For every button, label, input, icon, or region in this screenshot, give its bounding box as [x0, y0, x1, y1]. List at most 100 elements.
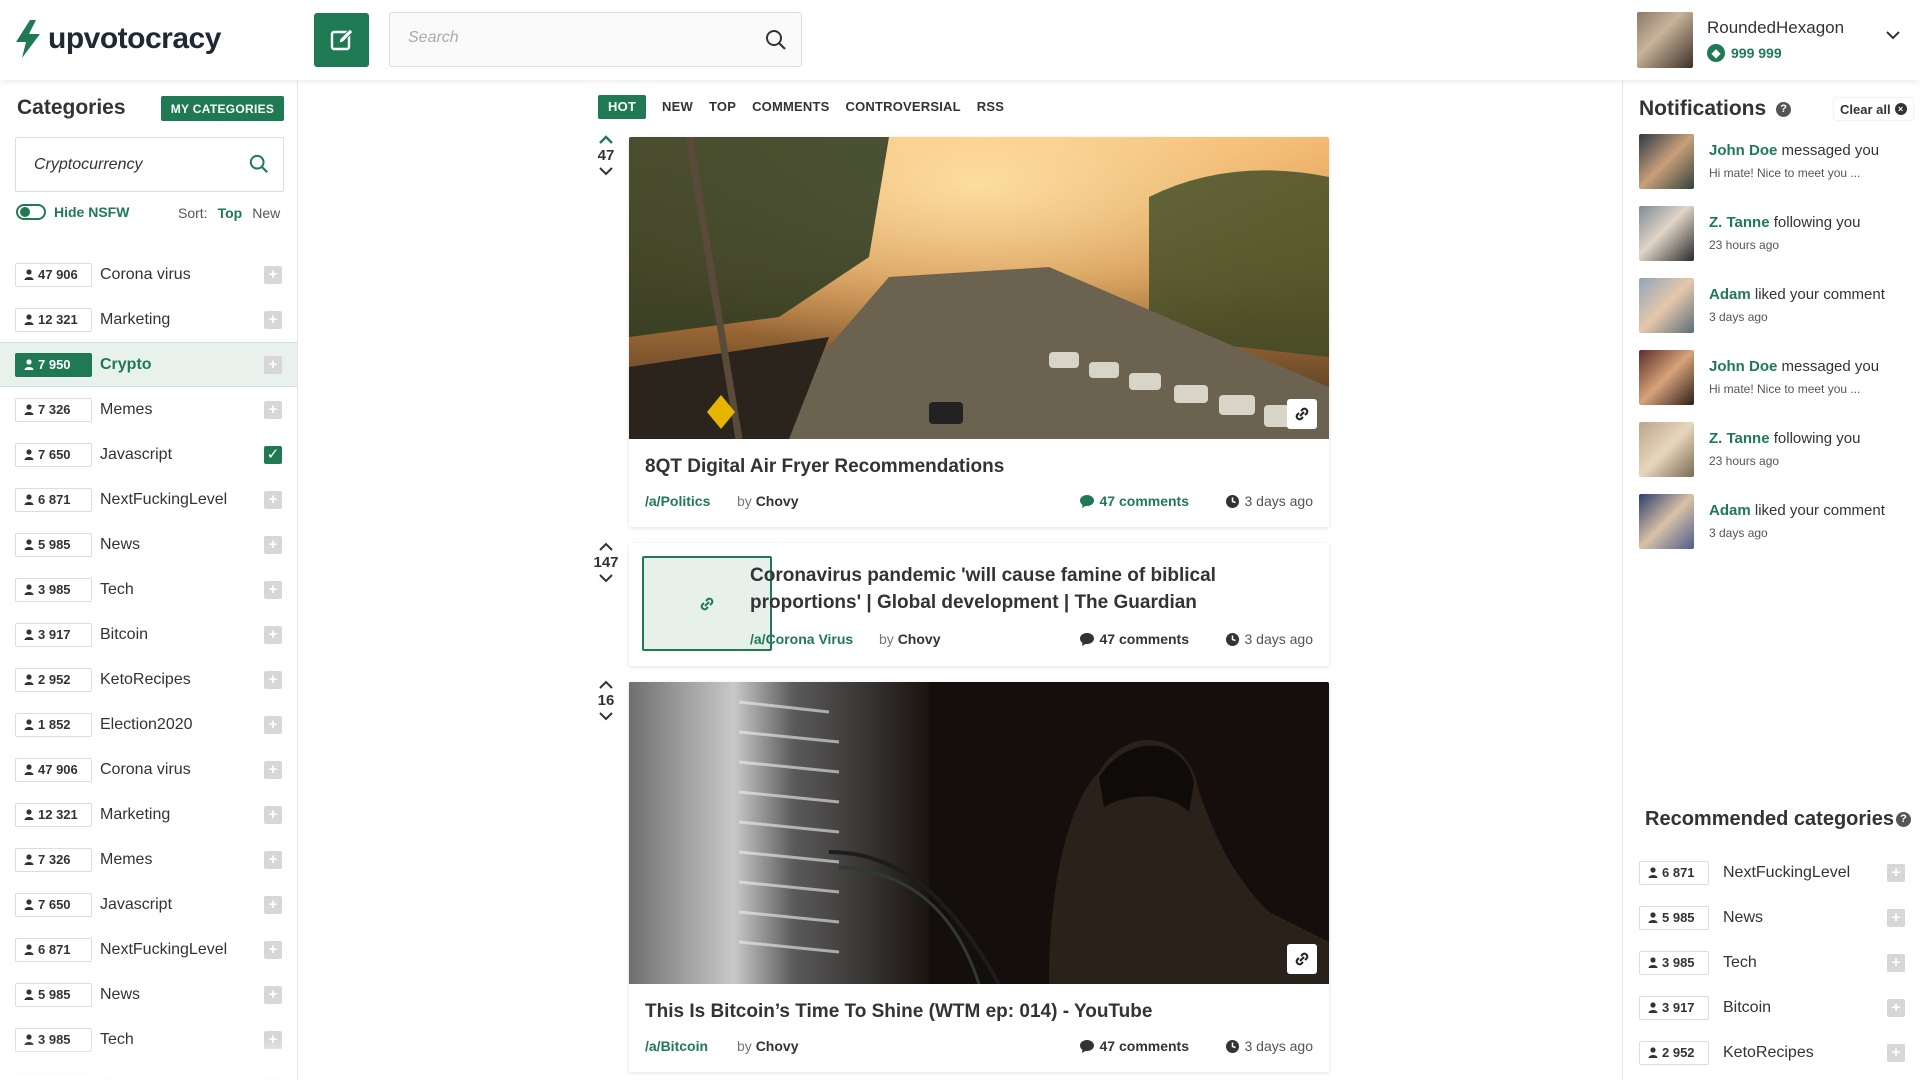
upvote-button[interactable]: [586, 135, 626, 145]
post-card[interactable]: This Is Bitcoin’s Time To Shine (WTM ep:…: [629, 682, 1329, 1072]
add-category-button[interactable]: +: [264, 490, 282, 509]
downvote-button[interactable]: [586, 711, 626, 721]
category-name[interactable]: Bitcoin: [1723, 999, 1771, 1017]
add-category-button[interactable]: +: [264, 805, 282, 824]
chevron-up-icon[interactable]: [598, 680, 614, 690]
category-row[interactable]: 7 326 Memes +: [0, 837, 297, 882]
category-name[interactable]: Crypto: [100, 356, 152, 374]
post-title[interactable]: This Is Bitcoin’s Time To Shine (WTM ep:…: [645, 1001, 1152, 1023]
notification-item[interactable]: Adam liked your comment 3 days ago: [1639, 494, 1909, 550]
category-name[interactable]: KetoRecipes: [1723, 1044, 1814, 1062]
notification-user[interactable]: John Doe: [1709, 142, 1777, 159]
sort-top[interactable]: Top: [218, 205, 243, 221]
logo[interactable]: upvotocracy: [14, 20, 221, 58]
add-category-button[interactable]: +: [264, 715, 282, 734]
help-icon[interactable]: ?: [1895, 812, 1911, 827]
avatar[interactable]: [1639, 350, 1694, 405]
category-name[interactable]: Election2020: [100, 716, 193, 734]
category-search-input[interactable]: Cryptocurrency: [34, 156, 142, 174]
author-name[interactable]: Chovy: [756, 1038, 799, 1054]
author-name[interactable]: Chovy: [898, 631, 941, 647]
external-link-button[interactable]: [1287, 944, 1317, 974]
post-category-link[interactable]: /a/Politics: [645, 493, 710, 509]
category-name[interactable]: KetoRecipes: [100, 671, 191, 689]
category-name[interactable]: Marketing: [100, 806, 170, 824]
category-row[interactable]: 7 950 Crypto +: [0, 342, 297, 387]
tab-hot[interactable]: HOT: [598, 95, 647, 119]
avatar[interactable]: [1639, 422, 1694, 477]
search-icon[interactable]: [249, 154, 269, 174]
category-row[interactable]: 3 917 Bitcoin +: [0, 612, 297, 657]
subscribed-check-button[interactable]: ✓: [264, 445, 282, 464]
category-row[interactable]: 12 321 Marketing +: [0, 792, 297, 837]
category-row[interactable]: 6 871 NextFuckingLevel +: [0, 927, 297, 972]
add-category-button[interactable]: +: [1887, 1043, 1905, 1062]
category-name[interactable]: Tech: [100, 581, 134, 599]
search-input[interactable]: [408, 29, 738, 47]
avatar[interactable]: [1637, 12, 1693, 68]
tab-controversial[interactable]: CONTROVERSIAL: [838, 95, 969, 119]
add-category-button[interactable]: +: [264, 265, 282, 284]
notification-item[interactable]: John Doe messaged you Hi mate! Nice to me…: [1639, 350, 1909, 406]
notification-user[interactable]: Adam: [1709, 286, 1751, 303]
chevron-down-icon[interactable]: [598, 711, 614, 721]
add-category-button[interactable]: +: [1887, 998, 1905, 1017]
tab-new[interactable]: NEW: [654, 95, 701, 119]
notification-user[interactable]: Adam: [1709, 502, 1751, 519]
post-title[interactable]: Coronavirus pandemic 'will cause famine …: [750, 562, 1216, 616]
category-name[interactable]: Bitcoin: [100, 626, 148, 644]
category-name[interactable]: Javascript: [100, 446, 172, 464]
category-row[interactable]: 7 650 Javascript ✓: [0, 432, 297, 477]
category-row[interactable]: 7 326 Memes +: [0, 387, 297, 432]
comments-link[interactable]: 47 comments: [1079, 493, 1189, 509]
add-category-button[interactable]: +: [264, 850, 282, 869]
tab-top[interactable]: TOP: [701, 95, 744, 119]
chevron-up-icon[interactable]: [598, 135, 614, 145]
category-name[interactable]: Corona virus: [100, 761, 191, 779]
category-name[interactable]: Marketing: [100, 311, 170, 329]
tab-rss[interactable]: RSS: [969, 95, 1012, 119]
upvote-button[interactable]: [586, 542, 626, 552]
add-category-button[interactable]: +: [264, 625, 282, 644]
category-name[interactable]: News: [100, 536, 140, 554]
comments-link[interactable]: 47 comments: [1079, 1038, 1189, 1054]
recommended-row[interactable]: 2 952 KetoRecipes +: [1623, 1030, 1920, 1075]
category-name[interactable]: Memes: [100, 401, 152, 419]
notification-item[interactable]: Z. Tanne following you 23 hours ago: [1639, 422, 1909, 478]
add-category-button[interactable]: +: [1887, 863, 1905, 882]
add-category-button[interactable]: +: [264, 895, 282, 914]
category-name[interactable]: News: [1723, 909, 1763, 927]
recommended-row[interactable]: 3 917 Bitcoin +: [1623, 985, 1920, 1030]
notification-item[interactable]: Z. Tanne following you 23 hours ago: [1639, 206, 1909, 262]
add-category-button[interactable]: +: [264, 940, 282, 959]
comments-link[interactable]: 47 comments: [1079, 631, 1189, 647]
post-image[interactable]: [629, 137, 1329, 439]
downvote-button[interactable]: [586, 573, 626, 583]
add-category-button[interactable]: +: [264, 355, 282, 374]
avatar[interactable]: [1639, 494, 1694, 549]
external-link-button[interactable]: [1287, 399, 1317, 429]
sort-new[interactable]: New: [252, 205, 280, 221]
category-name[interactable]: Corona virus: [100, 266, 191, 284]
add-category-button[interactable]: +: [264, 985, 282, 1004]
upvote-button[interactable]: [586, 680, 626, 690]
avatar[interactable]: [1639, 206, 1694, 261]
add-category-button[interactable]: +: [1887, 908, 1905, 927]
author-name[interactable]: Chovy: [756, 493, 799, 509]
category-row[interactable]: 5 985 News +: [0, 972, 297, 1017]
category-row[interactable]: 47 906 Corona virus +: [0, 747, 297, 792]
category-row[interactable]: 12 321 Marketing +: [0, 297, 297, 342]
hide-nsfw-toggle[interactable]: Hide NSFW: [16, 204, 129, 220]
recommended-row[interactable]: 5 985 News +: [1623, 895, 1920, 940]
add-category-button[interactable]: +: [264, 535, 282, 554]
chevron-up-icon[interactable]: [598, 542, 614, 552]
chevron-down-icon[interactable]: [598, 573, 614, 583]
category-name[interactable]: NextFuckingLevel: [1723, 864, 1850, 882]
category-name[interactable]: NextFuckingLevel: [100, 941, 227, 959]
add-category-button[interactable]: +: [1887, 953, 1905, 972]
search-icon[interactable]: [765, 29, 787, 51]
notification-user[interactable]: Z. Tanne: [1709, 214, 1770, 231]
category-name[interactable]: NextFuckingLevel: [100, 491, 227, 509]
notification-user[interactable]: Z. Tanne: [1709, 430, 1770, 447]
notification-item[interactable]: John Doe messaged you Hi mate! Nice to me…: [1639, 134, 1909, 190]
